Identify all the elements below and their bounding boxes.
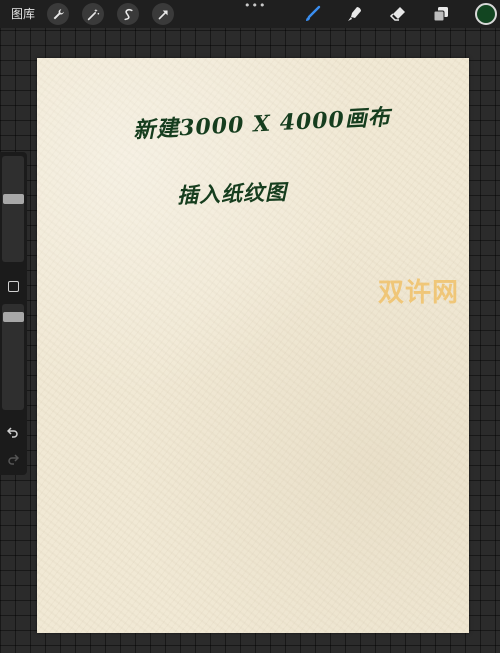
smudge-tool-button[interactable] [344, 3, 366, 25]
handwritten-line-2: 插入纸纹图 [176, 179, 288, 208]
opacity-thumb[interactable] [3, 312, 24, 322]
undo-button[interactable] [4, 424, 22, 440]
drawing-canvas[interactable]: 新建3000 X 4000画布 插入纸纹图 [37, 58, 469, 633]
layers-icon [433, 7, 448, 22]
layers-button[interactable] [430, 3, 452, 25]
redo-icon [8, 454, 19, 465]
redo-button[interactable] [4, 451, 22, 467]
actions-button[interactable] [47, 3, 69, 25]
brush-size-thumb[interactable] [3, 194, 24, 204]
undo-icon [7, 427, 18, 438]
transform-arrow-icon [158, 9, 168, 19]
modify-button[interactable] [8, 281, 19, 292]
magic-wand-icon [87, 8, 99, 20]
color-picker-button[interactable] [475, 3, 497, 25]
selection-button[interactable] [117, 3, 139, 25]
wrench-icon [53, 8, 64, 19]
gallery-button[interactable]: 图库 [11, 5, 35, 23]
top-toolbar: 图库 ••• [0, 0, 500, 28]
adjustments-button[interactable] [82, 3, 104, 25]
brush-tool-button[interactable] [302, 3, 324, 25]
watermark: 双许网 [378, 278, 460, 308]
transform-button[interactable] [152, 3, 174, 25]
smudge-icon [348, 7, 361, 21]
brush-icon [306, 5, 321, 21]
handwritten-line-1: 新建3000 X 4000画布 [132, 104, 392, 144]
selection-icon [123, 8, 133, 20]
side-toolbar [0, 152, 27, 475]
eraser-tool-button[interactable] [387, 3, 409, 25]
opacity-slider[interactable] [2, 304, 24, 410]
brush-size-slider[interactable] [2, 156, 24, 262]
more-options-button[interactable]: ••• [244, 0, 266, 11]
eraser-icon [389, 7, 405, 21]
